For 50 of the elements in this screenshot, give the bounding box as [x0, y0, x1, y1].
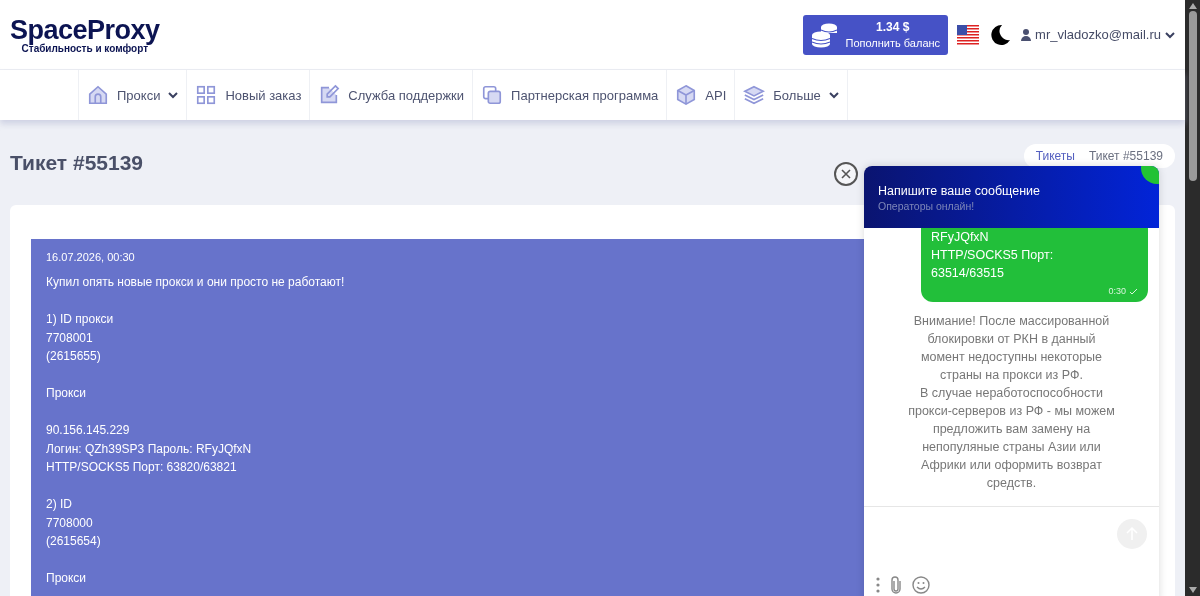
paperclip-icon	[890, 576, 902, 594]
message-paragraph: 90.156.145.229 Логин: QZh39SP3 Пароль: RFyJQfxN HTTP/SOCKS5 Порт: 63820/63821	[46, 422, 252, 476]
notice-text: Внимание! После массированной блокировки от РКН в данный момент недоступны некоторые страны на прокси из РФ. В случае неработоспособности прокси-серверов из РФ - мы можем предложить вам замену на непопуляные страны Азии или Африки или оформить возврат средств.	[907, 313, 1116, 492]
message-paragraph: Прокси	[46, 570, 87, 587]
scroll-up-icon[interactable]	[1188, 3, 1197, 9]
close-button[interactable]	[834, 162, 858, 186]
caret-icon	[1165, 30, 1175, 39]
copy-icon	[481, 84, 504, 106]
top-up-balance-button[interactable]: 1.34 $ Пополнить баланс	[803, 14, 949, 55]
message-input[interactable]	[864, 506, 1159, 596]
nav-link[interactable]: Новый заказ	[186, 70, 310, 120]
nav-link[interactable]: Партнерская программа	[472, 70, 667, 120]
moon-icon[interactable]	[988, 22, 1013, 47]
message-paragraph: Купил опять новые прокси и они просто не работают!	[46, 274, 345, 291]
message-paragraph: Прокси	[46, 385, 87, 402]
page-title: Тикет #55139	[10, 150, 144, 175]
more-button[interactable]	[876, 577, 880, 593]
user-icon	[1021, 28, 1032, 41]
message-time: 16.07.2026, 00:30	[46, 251, 135, 263]
bubble-text: 63514/63515	[931, 265, 1005, 282]
breadcrumb-current: Тикет #55139	[1088, 149, 1163, 163]
scrollbar-thumb[interactable]	[1188, 11, 1197, 181]
chat-status: Операторы онлайн!	[878, 200, 976, 212]
home-icon	[87, 84, 109, 106]
cube-icon	[675, 84, 698, 106]
nav-link[interactable]: Служба поддержки	[309, 70, 473, 120]
message-paragraph: 1) ID прокси 7708001 (2615655)	[46, 311, 114, 365]
breadcrumb-link[interactable]: Тикеты	[1035, 149, 1075, 163]
flag-icon[interactable]	[957, 23, 980, 46]
scroll-down-icon[interactable]	[1188, 587, 1197, 593]
bubble-text: RFyJQfxN	[931, 229, 990, 246]
grid-icon	[195, 84, 218, 106]
chat-title: Напишите ваше сообщение	[878, 184, 1042, 198]
nav-link[interactable]: Прокси	[78, 70, 187, 120]
logo-tagline: Стабильность и комфорт	[21, 43, 149, 54]
edit-icon	[318, 84, 341, 106]
coins-icon	[811, 21, 840, 48]
bubble-time: 0:30	[1108, 286, 1126, 296]
bubble-text: HTTP/SOCKS5 Порт:	[931, 247, 1055, 264]
close-icon	[841, 169, 851, 179]
emoji-button[interactable]	[912, 576, 930, 594]
smiley-icon	[912, 576, 930, 594]
nav-link[interactable]: API	[666, 70, 735, 120]
message-paragraph: 2) ID 7708000 (2615654)	[46, 496, 101, 550]
logo[interactable]: SpaceProxy	[10, 15, 160, 45]
nav-link[interactable]: Больше	[734, 70, 848, 120]
layers-icon	[743, 84, 766, 106]
dots-icon	[876, 577, 880, 593]
attach-button[interactable]	[890, 576, 902, 594]
user-menu[interactable]: mr_vladozko@mail.ru	[1021, 27, 1175, 42]
